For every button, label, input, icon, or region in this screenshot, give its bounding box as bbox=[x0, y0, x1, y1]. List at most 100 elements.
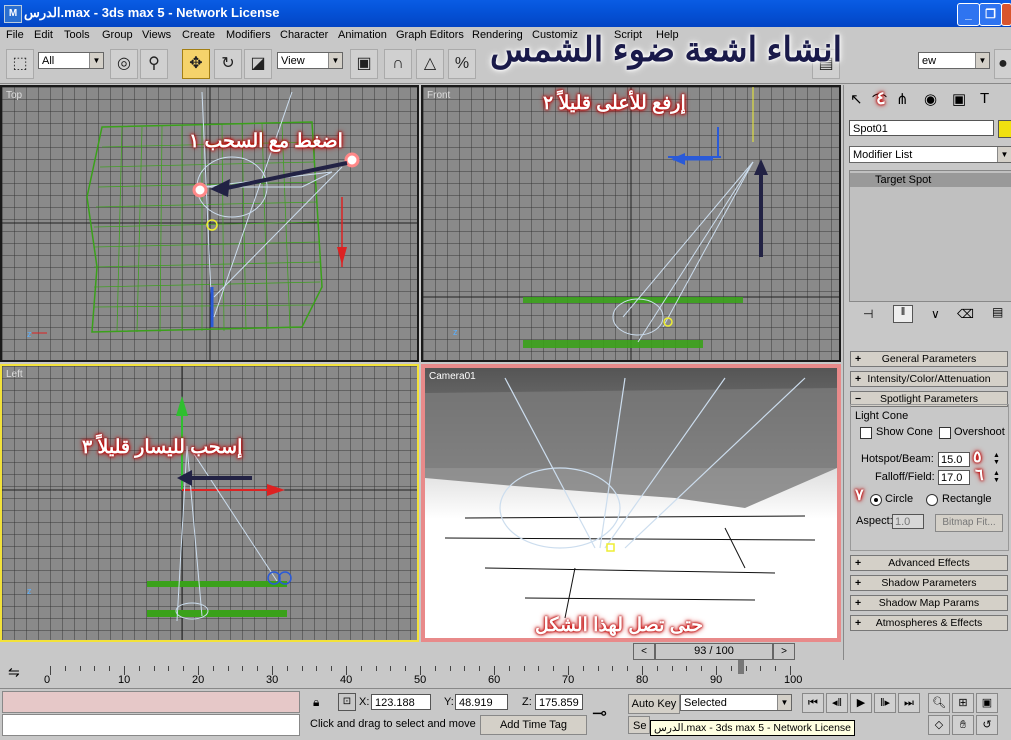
object-name-field[interactable]: Spot01 bbox=[849, 120, 994, 136]
add-time-tag-button[interactable]: Add Time Tag bbox=[480, 715, 587, 735]
viewport-front[interactable]: z Front إرفع للأعلى قليلاً ٢ bbox=[421, 85, 841, 362]
menu-animation[interactable]: Animation bbox=[338, 29, 387, 41]
rollout-general-parameters[interactable]: + General Parameters bbox=[850, 351, 1008, 367]
pin-stack-icon[interactable]: ⊣ bbox=[863, 307, 873, 321]
percent-snap-icon[interactable]: % bbox=[448, 49, 476, 79]
menu-views[interactable]: Views bbox=[142, 29, 171, 41]
selection-filter-dropdown[interactable]: All ▼ bbox=[38, 52, 104, 69]
command-panel-tabs: ↖ ⌒ ⋔ ◉ ▣ T ٤ bbox=[848, 88, 1008, 110]
pivot-icon[interactable]: ▣ bbox=[350, 49, 378, 79]
minimize-button[interactable]: _ bbox=[957, 3, 980, 26]
object-color-swatch[interactable] bbox=[998, 120, 1011, 138]
rotate-icon[interactable]: ↻ bbox=[214, 49, 242, 79]
time-next-icon[interactable]: > bbox=[773, 643, 795, 660]
zoom-all-icon[interactable]: ⊞ bbox=[952, 693, 974, 713]
status-bar: 🔒︎ ⊡ X: 123.188 Y: 48.919 Z: 175.859 Cli… bbox=[0, 688, 1011, 740]
hotspot-input[interactable]: 15.0 bbox=[938, 452, 970, 467]
go-to-start-icon[interactable]: ⏮ bbox=[802, 693, 824, 713]
show-end-result-icon[interactable]: ‖ bbox=[893, 305, 913, 323]
stack-item-target-spot[interactable]: Target Spot bbox=[850, 173, 1011, 187]
maxscript-input[interactable] bbox=[2, 714, 300, 736]
hotspot-spinner[interactable]: ▲ ▼ bbox=[993, 452, 1003, 467]
close-button[interactable] bbox=[1001, 3, 1011, 26]
circle-radio[interactable] bbox=[870, 494, 882, 506]
link-icon[interactable]: ⚲ bbox=[140, 49, 168, 79]
zoom-extents-icon[interactable]: ▣ bbox=[976, 693, 998, 713]
viewport-label-front[interactable]: Front bbox=[427, 90, 450, 101]
rollout-shadow-map-params[interactable]: + Shadow Map Params bbox=[850, 595, 1008, 611]
remove-modifier-icon[interactable]: ⌫ bbox=[957, 307, 974, 321]
absolute-mode-icon[interactable]: ⊡ bbox=[338, 693, 356, 711]
step-2-text: إرفع للأعلى قليلاً bbox=[558, 93, 686, 114]
key-icon[interactable]: ⊸ bbox=[592, 703, 607, 724]
configure-sets-icon[interactable]: ▤ bbox=[992, 305, 1003, 319]
modifier-list-dropdown[interactable]: Modifier List ▼ bbox=[849, 146, 1011, 163]
set-key-button[interactable]: Se bbox=[628, 716, 650, 734]
show-cone-checkbox[interactable] bbox=[860, 427, 872, 439]
snap-icon[interactable]: ∩ bbox=[384, 49, 412, 79]
rollout-label: Shadow Map Params bbox=[878, 597, 980, 609]
menu-tools[interactable]: Tools bbox=[64, 29, 90, 41]
overshoot-checkbox[interactable] bbox=[939, 427, 951, 439]
make-unique-icon[interactable]: ∨ bbox=[931, 307, 940, 321]
zoom-icon[interactable]: 🔍︎ bbox=[928, 693, 950, 713]
maximize-button[interactable]: ❐ bbox=[979, 3, 1002, 26]
rollout-shadow-parameters[interactable]: + Shadow Parameters bbox=[850, 575, 1008, 591]
auto-key-button[interactable]: Auto Key bbox=[628, 694, 680, 714]
z-coordinate-field[interactable]: 175.859 bbox=[535, 694, 583, 710]
maxscript-listener[interactable] bbox=[2, 691, 300, 713]
orbit-icon[interactable]: ↺ bbox=[976, 715, 998, 735]
falloff-spinner[interactable]: ▲ ▼ bbox=[993, 470, 1003, 485]
viewport-camera[interactable]: Camera01 حتى تصل لهذا الشكل bbox=[421, 364, 841, 642]
viewport-label-camera[interactable]: Camera01 bbox=[429, 371, 476, 382]
menu-create[interactable]: Create bbox=[182, 29, 215, 41]
menu-character[interactable]: Character bbox=[280, 29, 328, 41]
menu-group[interactable]: Group bbox=[102, 29, 133, 41]
field-of-view-icon[interactable]: ◇ bbox=[928, 715, 950, 735]
viewport-label-left[interactable]: Left bbox=[6, 369, 23, 380]
time-slider[interactable]: 93 / 100 bbox=[655, 643, 773, 660]
next-frame-icon[interactable]: ‖▸ bbox=[874, 693, 896, 713]
time-prev-icon[interactable]: < bbox=[633, 643, 655, 660]
viewport-top[interactable]: z Top اضغط مع السحب ١ bbox=[0, 85, 419, 362]
pan-icon[interactable]: ✋︎ bbox=[952, 715, 974, 735]
viewport-label-top[interactable]: Top bbox=[6, 90, 22, 101]
render-type-dropdown[interactable]: ew ▼ bbox=[918, 52, 990, 69]
ruler-tick bbox=[212, 666, 214, 671]
rollout-atmospheres-effects[interactable]: + Atmospheres & Effects bbox=[850, 615, 1008, 631]
key-filter-dropdown[interactable]: Selected ▼ bbox=[680, 694, 792, 711]
utilities-tab-icon[interactable]: T bbox=[980, 90, 989, 107]
go-to-end-icon[interactable]: ⏭ bbox=[898, 693, 920, 713]
menu-modifiers[interactable]: Modifiers bbox=[226, 29, 271, 41]
rollout-intensity-color-attenuation[interactable]: + Intensity/Color/Attenuation bbox=[850, 371, 1008, 387]
ruler-label: 90 bbox=[710, 674, 723, 686]
time-ruler[interactable]: 0 10 20 30 40 50 60 70 80 90 100 bbox=[44, 660, 802, 686]
create-tab-icon[interactable]: ↖ bbox=[850, 90, 863, 108]
scale-icon[interactable]: ◪ bbox=[244, 49, 272, 79]
hierarchy-tab-icon[interactable]: ⋔ bbox=[896, 90, 909, 108]
rectangle-radio[interactable] bbox=[926, 494, 938, 506]
teapot-render-icon[interactable]: ● bbox=[994, 49, 1011, 79]
reference-coord-dropdown[interactable]: View ▼ bbox=[277, 52, 343, 69]
menu-file[interactable]: File bbox=[6, 29, 24, 41]
current-frame-marker[interactable] bbox=[738, 660, 745, 674]
time-configuration-icon[interactable]: ⇋ bbox=[8, 664, 20, 681]
lock-icon[interactable]: 🔒︎ bbox=[313, 695, 319, 710]
motion-tab-icon[interactable]: ◉ bbox=[924, 90, 937, 108]
play-icon[interactable]: ▶ bbox=[850, 693, 872, 713]
ruler-label: 0 bbox=[44, 674, 51, 686]
select-and-move-icon[interactable]: ✥ bbox=[182, 49, 210, 79]
menu-graph-editors[interactable]: Graph Editors bbox=[396, 29, 464, 41]
angle-snap-icon[interactable]: △ bbox=[416, 49, 444, 79]
select-object-icon[interactable]: ⬚ bbox=[6, 49, 34, 79]
display-tab-icon[interactable]: ▣ bbox=[952, 90, 966, 108]
viewport-left[interactable]: z Left إسحب لليسار قليلاً ٣ bbox=[0, 364, 419, 642]
menu-edit[interactable]: Edit bbox=[34, 29, 53, 41]
falloff-input[interactable]: 17.0 bbox=[938, 470, 970, 485]
previous-frame-icon[interactable]: ◂‖ bbox=[826, 693, 848, 713]
x-coordinate-field[interactable]: 123.188 bbox=[371, 694, 431, 710]
rollout-advanced-effects[interactable]: + Advanced Effects bbox=[850, 555, 1008, 571]
app-icon[interactable]: M bbox=[4, 5, 22, 23]
y-coordinate-field[interactable]: 48.919 bbox=[455, 694, 508, 710]
select-by-name-icon[interactable]: ◎ bbox=[110, 49, 138, 79]
